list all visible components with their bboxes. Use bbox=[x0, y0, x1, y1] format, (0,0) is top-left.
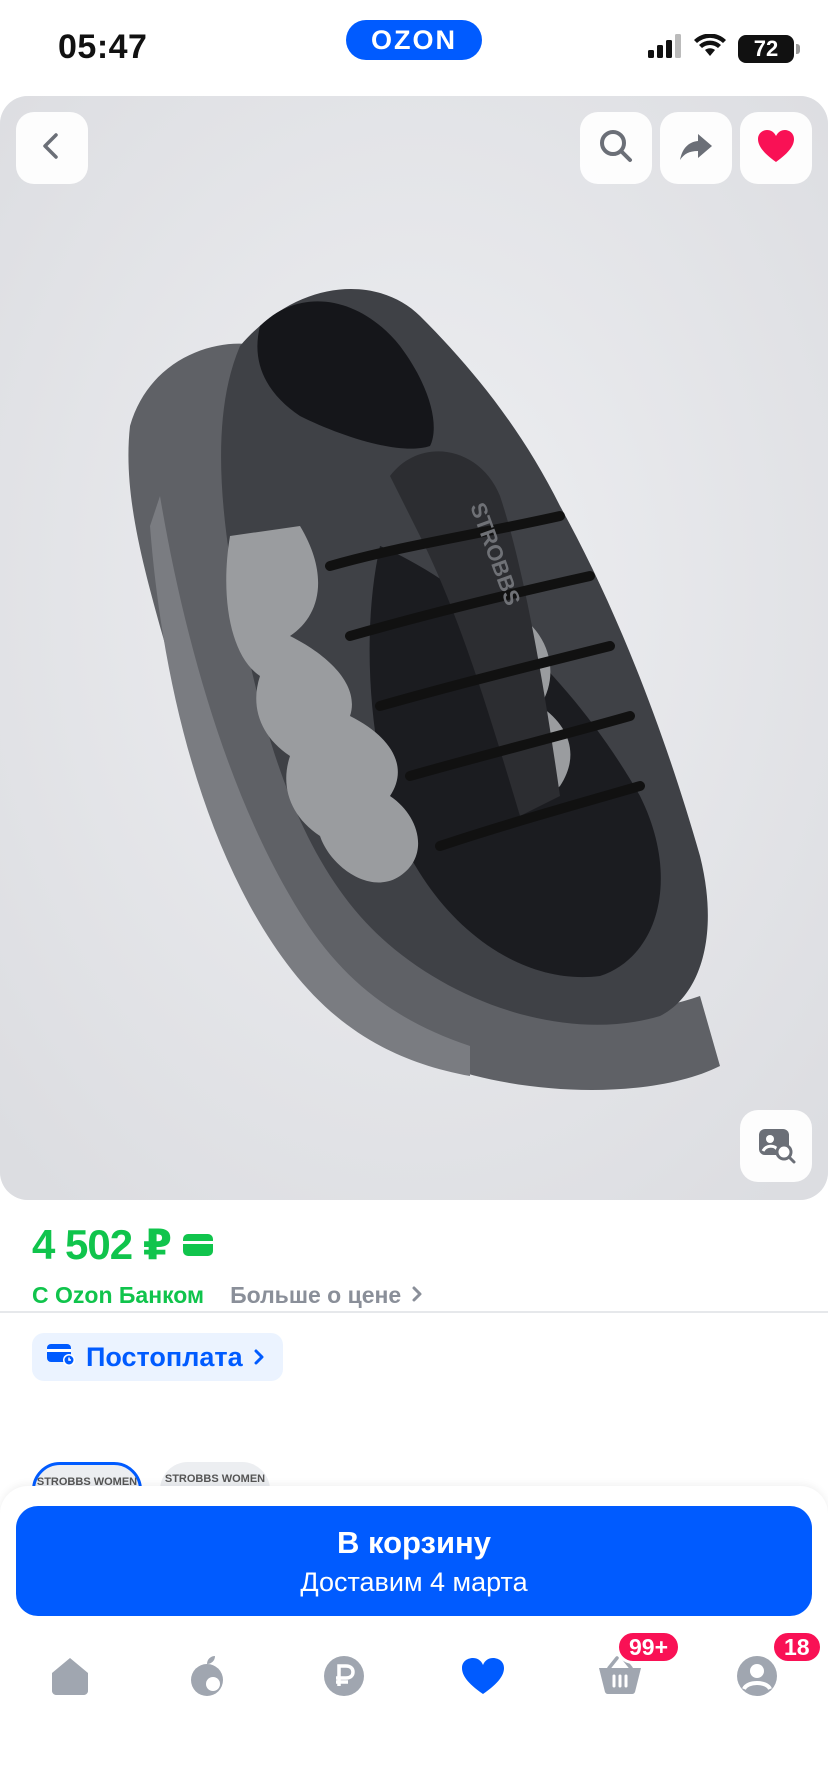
bottom-nav: 99+ 18 bbox=[0, 1630, 828, 1724]
chevron-right-icon bbox=[411, 1282, 423, 1309]
profile-badge: 18 bbox=[771, 1630, 823, 1664]
price-card: 4 502 ₽ С Ozon Банком Больше о цене Пост… bbox=[0, 1200, 828, 1422]
favorites-icon bbox=[460, 1656, 506, 1701]
search-icon bbox=[596, 126, 636, 171]
divider bbox=[0, 1311, 828, 1313]
add-to-cart-button[interactable]: В корзину Доставим 4 марта bbox=[16, 1506, 812, 1616]
add-to-cart-label: В корзину bbox=[336, 1524, 491, 1560]
status-time: 05:47 bbox=[58, 28, 148, 66]
profile-icon bbox=[735, 1654, 779, 1703]
more-price-label: Больше о цене bbox=[230, 1282, 402, 1308]
battery-indicator: 72 bbox=[738, 34, 800, 63]
visual-search-button[interactable] bbox=[740, 1110, 812, 1182]
nav-cart[interactable]: 99+ bbox=[586, 1630, 682, 1712]
card-icon bbox=[183, 1233, 213, 1256]
product-image: STROBBS bbox=[0, 96, 828, 1200]
postpay-label: Постоплата bbox=[86, 1341, 243, 1372]
share-icon bbox=[676, 126, 716, 171]
variant-label: STROBBS WOMEN bbox=[164, 1473, 266, 1485]
bank-row: С Ozon Банком Больше о цене bbox=[32, 1282, 423, 1309]
nav-fresh[interactable] bbox=[173, 1644, 241, 1712]
price-row: 4 502 ₽ bbox=[32, 1220, 213, 1269]
nav-home[interactable] bbox=[36, 1644, 104, 1712]
ozon-logo: OZON bbox=[346, 20, 482, 60]
back-button[interactable] bbox=[16, 112, 88, 184]
nav-favorites[interactable] bbox=[449, 1644, 517, 1712]
product-page: 05:47 OZON 72 STROBBS 4 502 ₽ С Ozon Бан… bbox=[0, 0, 828, 1792]
finance-icon bbox=[322, 1654, 366, 1703]
visual-search-icon bbox=[756, 1124, 796, 1169]
status-bar: 05:47 OZON 72 bbox=[0, 0, 828, 96]
heart-icon bbox=[756, 128, 796, 169]
home-icon bbox=[48, 1655, 92, 1702]
delivery-date: Доставим 4 марта bbox=[300, 1566, 528, 1597]
product-gallery[interactable]: STROBBS bbox=[0, 96, 828, 1200]
fresh-icon bbox=[185, 1654, 229, 1703]
nav-profile[interactable]: 18 bbox=[723, 1630, 823, 1712]
postpay-button[interactable]: Постоплата bbox=[32, 1333, 283, 1381]
postpay-card-icon bbox=[46, 1341, 76, 1374]
bottom-panel: В корзину Доставим 4 марта 99+ 18 bbox=[0, 1486, 828, 1792]
signal-icon bbox=[648, 34, 682, 63]
nav-finance[interactable] bbox=[310, 1644, 378, 1712]
favorite-button[interactable] bbox=[740, 112, 812, 184]
more-price-link[interactable]: Больше о цене bbox=[230, 1282, 423, 1309]
chevron-right-icon bbox=[253, 1342, 265, 1373]
ozon-bank-label: С Ozon Банком bbox=[32, 1282, 205, 1308]
back-icon bbox=[37, 131, 67, 166]
price: 4 502 ₽ bbox=[32, 1221, 172, 1268]
wifi-icon bbox=[694, 33, 726, 63]
search-button[interactable] bbox=[580, 112, 652, 184]
status-icons: 72 bbox=[648, 33, 800, 63]
cart-badge: 99+ bbox=[616, 1630, 682, 1664]
share-button[interactable] bbox=[660, 112, 732, 184]
